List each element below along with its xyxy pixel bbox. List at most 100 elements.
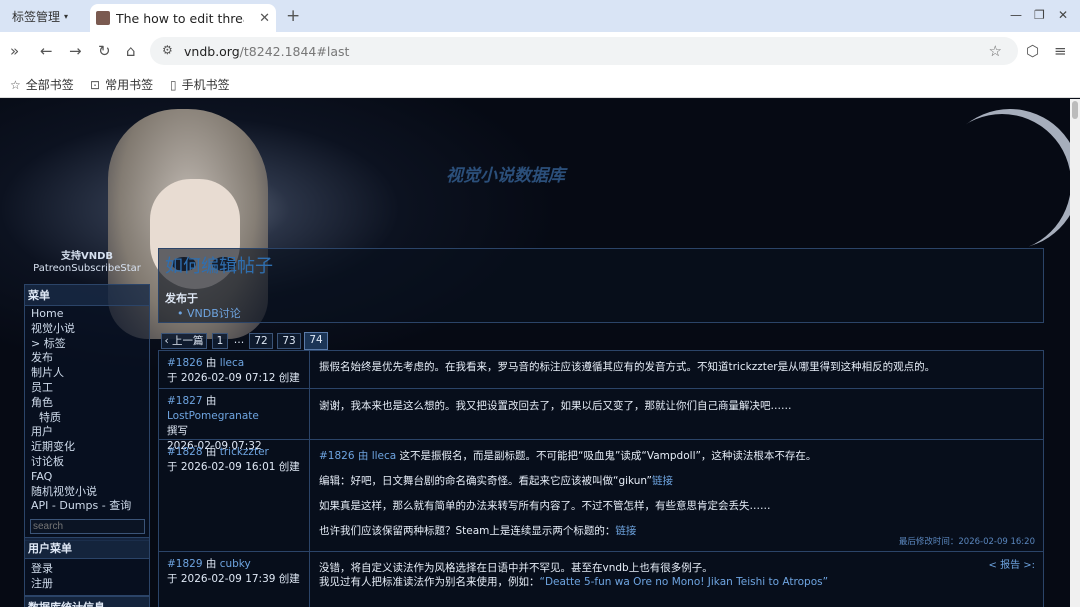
scrollbar[interactable] (1070, 99, 1080, 607)
post-list: #1826 由 lleca 于 2026-02-09 07:12 创建 振假名始… (158, 350, 1044, 607)
phone-icon: ▯ (170, 77, 177, 92)
tab-group[interactable]: 标签管理 ▾ (12, 8, 68, 24)
post-link[interactable]: 链接 (652, 475, 673, 487)
menu-item-traits[interactable]: 特质 (25, 411, 149, 426)
post-text-span: 这不是振假名，而是副标题。不可能把“吸血鬼”读成“Vampdoll”，这种读法根… (399, 450, 817, 462)
pager-page[interactable]: 1 (212, 333, 228, 349)
menu-item-tags[interactable]: > 标签 (25, 337, 149, 352)
active-tab[interactable]: The how to edit thread ✕ (90, 4, 276, 32)
main-menu: 菜单 Home 视觉小说 > 标签 发布 制片人 员工 角色 特质 用户 近期变… (24, 284, 150, 542)
thread-header: 如何编辑帖子 发布于 • VNDB讨论 (158, 248, 1044, 323)
post: #1826 由 lleca 于 2026-02-09 07:12 创建 振假名始… (159, 351, 1043, 389)
post-number[interactable]: #1828 (167, 446, 203, 458)
pager-page[interactable]: 73 (277, 333, 301, 349)
post-author[interactable]: trickzzter (220, 446, 269, 458)
new-tab-icon[interactable]: + (286, 6, 300, 26)
report-link[interactable]: < 报告 >: (989, 556, 1035, 571)
bookmark-mobile[interactable]: ▯ 手机书签 (170, 76, 230, 93)
menu-item-home[interactable]: Home (25, 307, 149, 322)
post-link[interactable]: “Deatte 5-fun wa Ore no Mono! Jikan Teis… (540, 576, 829, 588)
forward-icon[interactable]: → (69, 42, 82, 60)
back-icon[interactable]: ← (40, 42, 53, 60)
post-meta: #1826 由 lleca 于 2026-02-09 07:12 创建 (159, 351, 310, 388)
pager-page[interactable]: 72 (249, 333, 273, 349)
menu-item-discussions[interactable]: 讨论板 (25, 455, 149, 470)
bookmark-icon: ⊡ (90, 77, 101, 92)
menu-item-staff[interactable]: 员工 (25, 381, 149, 396)
menu-title: 菜单 (25, 285, 149, 306)
post-text: 没错，将自定义读法作为风格选择在日语中并不罕见。甚至在vndb上也有很多例子。 (319, 562, 713, 574)
post-link[interactable]: 链接 (615, 525, 636, 537)
post-number[interactable]: #1829 (167, 558, 203, 570)
register-link[interactable]: 注册 (25, 577, 149, 592)
menu-item-producers[interactable]: 制片人 (25, 366, 149, 381)
post-author[interactable]: cubky (220, 558, 251, 570)
post-role: 撰写 (167, 425, 188, 437)
favicon-icon (96, 11, 110, 25)
bookmark-star-icon[interactable]: ☆ (989, 42, 1002, 60)
menu-item-random-vn[interactable]: 随机视觉小说 (25, 485, 149, 500)
post-body: 没错，将自定义读法作为风格选择在日语中并不罕见。甚至在vndb上也有很多例子。 … (310, 552, 1043, 607)
chevron-down-icon: ▾ (64, 11, 69, 21)
support-box: 支持VNDB PatreonSubscribeStar (24, 251, 150, 275)
address-bar[interactable]: ⚙ vndb.org /t8242.1844#last ☆ (150, 37, 1018, 65)
pager-current-page[interactable]: 74 (304, 332, 328, 350)
search-input[interactable] (30, 519, 145, 535)
sidebar-toggle-icon[interactable]: » (10, 42, 19, 60)
menu-item-recent-changes[interactable]: 近期变化 (25, 440, 149, 455)
menu-item-releases[interactable]: 发布 (25, 351, 149, 366)
site-title[interactable]: 视觉小说数据库 (446, 161, 565, 186)
url-path: /t8242.1844#last (239, 43, 350, 59)
post-number[interactable]: #1827 (167, 395, 203, 407)
post-author[interactable]: lleca (220, 357, 245, 369)
menu-item-api[interactable]: API - Dumps - 查询 (25, 499, 149, 514)
post-text: #1826 由 lleca 这不是振假名，而是副标题。不可能把“吸血鬼”读成“V… (319, 450, 1034, 463)
pager-prev[interactable]: ‹ 上一篇 (161, 333, 207, 349)
post: #1829 由 cubky 于 2026-02-09 17:39 创建 没错，将… (159, 552, 1043, 607)
reload-icon[interactable]: ↻ (98, 42, 111, 60)
bookmark-all[interactable]: ☆ 全部书签 (10, 76, 74, 93)
post-text-span: 我见过有人把标准读法作为别名来使用，例如： (319, 576, 540, 588)
menu-item-vn[interactable]: 视觉小说 (25, 322, 149, 337)
close-tab-icon[interactable]: ✕ (259, 11, 270, 26)
post-date: 于 2026-02-09 17:39 创建 (167, 573, 300, 585)
tab-title: The how to edit thread (116, 10, 244, 26)
extensions-icon[interactable]: ⬡ (1026, 42, 1039, 60)
menu-icon[interactable]: ≡ (1054, 42, 1067, 60)
support-links[interactable]: PatreonSubscribeStar (33, 263, 141, 274)
site-info-icon[interactable]: ⚙ (162, 43, 173, 57)
menu-item-faq[interactable]: FAQ (25, 470, 149, 485)
by-label: 由 (205, 558, 217, 570)
bookmarks-bar: ☆ 全部书签 ⊡ 常用书签 ▯ 手机书签 (0, 70, 1080, 98)
post-date: 于 2026-02-09 07:12 创建 (167, 372, 300, 384)
post-author[interactable]: LostPomegranate (167, 410, 259, 422)
login-link[interactable]: 登录 (25, 562, 149, 577)
post-meta: #1827 由 LostPomegranate 撰写 2026-02-09 07… (159, 389, 310, 452)
post-body: 振假名始终是优先考虑的。在我看来，罗马音的标注应该遵循其应有的发音方式。不知道t… (310, 351, 1043, 388)
user-menu-title: 用户菜单 (25, 538, 149, 559)
board-link[interactable]: • VNDB讨论 (177, 305, 241, 321)
minimize-icon[interactable]: — (1010, 8, 1022, 22)
by-label: 由 (205, 357, 217, 369)
post-body: 谢谢，我本来也是这么想的。我又把设置改回去了，如果以后又变了，那就让你们自己商量… (310, 389, 1043, 439)
scrollbar-thumb[interactable] (1072, 101, 1078, 119)
url-host: vndb.org (184, 43, 240, 59)
bookmark-label: 全部书签 (25, 78, 74, 92)
post: #1828 由 trickzzter 于 2026-02-09 16:01 创建… (159, 440, 1043, 552)
close-window-icon[interactable]: ✕ (1058, 8, 1068, 22)
restore-icon[interactable]: ❐ (1034, 8, 1045, 22)
post-text: 谢谢，我本来也是这么想的。我又把设置改回去了，如果以后又变了，那就让你们自己商量… (319, 400, 792, 412)
moon-decoration (940, 109, 1070, 249)
user-menu: 用户菜单 登录 注册 (24, 537, 150, 596)
menu-item-users[interactable]: 用户 (25, 425, 149, 440)
menu-item-characters[interactable]: 角色 (25, 396, 149, 411)
thread-title: 如何编辑帖子 (165, 256, 273, 277)
posted-in-label: 发布于 (165, 292, 198, 305)
by-label: 由 (205, 395, 217, 407)
post-number[interactable]: #1826 (167, 357, 203, 369)
board-link-label: VNDB讨论 (187, 307, 241, 320)
quote-link[interactable]: #1826 由 lleca (319, 450, 396, 462)
bookmark-common[interactable]: ⊡ 常用书签 (90, 76, 153, 93)
post-date: 于 2026-02-09 16:01 创建 (167, 461, 300, 473)
home-icon[interactable]: ⌂ (126, 42, 136, 60)
